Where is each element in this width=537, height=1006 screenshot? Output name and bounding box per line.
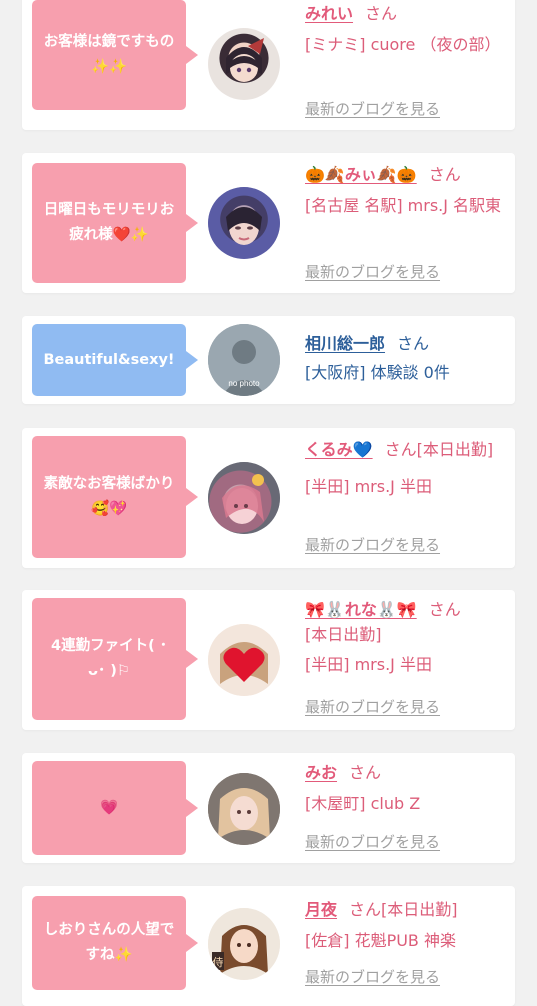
- user-name-link[interactable]: 相川総一郎: [305, 334, 385, 353]
- post-info: 🎃🍂みぃ🍂🎃 さん [名古屋 名駅] mrs.J 名駅東: [305, 163, 505, 219]
- honorific: さん: [428, 165, 461, 184]
- post-card: しおりさんの人望ですね✨ 侍 月夜 さん[本日出勤] [佐倉] 花魁PUB 神楽 …: [22, 886, 515, 1006]
- message-text: 日曜日もモリモリお疲れ様❤️✨: [43, 202, 175, 243]
- message-bubble: Beautiful&sexy!: [32, 324, 198, 396]
- message-bubble: 💗: [32, 761, 198, 855]
- post-info: 🎀🐰れな🐰🎀 さん [本日出勤] [半田] mrs.J 半田: [305, 598, 505, 678]
- honorific-status: さん[本日出勤]: [384, 440, 494, 459]
- shop-info: [半田] mrs.J 半田: [305, 655, 432, 674]
- message-text: Beautiful&sexy!: [43, 351, 175, 368]
- girl-name-link[interactable]: くるみ💙: [305, 440, 373, 459]
- shop-info: [木屋町] club Z: [305, 794, 421, 813]
- message-bubble: お客様は鏡ですもの✨✨: [32, 0, 198, 110]
- avatar[interactable]: 侍: [208, 908, 280, 980]
- post-card: 💗 みお さん [木屋町] club Z 最新のブログを見る: [22, 753, 515, 863]
- latest-blog-link[interactable]: 最新のブログを見る: [305, 966, 440, 987]
- avatar-photo-icon: 侍: [208, 908, 280, 980]
- post-card: 4連勤ファイト( ･ ᴗ･ )⚐ 🎀🐰れな🐰🎀 さん [本日出勤] [半田] mr…: [22, 590, 515, 730]
- shop-info: [半田] mrs.J 半田: [305, 477, 432, 496]
- work-status: [本日出勤]: [305, 625, 382, 644]
- svg-text:侍: 侍: [213, 956, 224, 969]
- message-text: 💗: [99, 799, 119, 816]
- honorific: さん: [349, 763, 382, 782]
- post-card: お客様は鏡ですもの✨✨ みれい さん [ミナミ] cuore （夜の部） 最新のブ…: [22, 0, 515, 130]
- review-info: [大阪府] 体験談 0件: [305, 363, 450, 382]
- message-bubble: 素敵なお客様ばかり🥰💖: [32, 436, 198, 558]
- message-bubble: しおりさんの人望ですね✨: [32, 896, 198, 990]
- honorific: さん: [365, 4, 398, 23]
- latest-blog-link[interactable]: 最新のブログを見る: [305, 98, 440, 119]
- girl-name-link[interactable]: 月夜: [305, 900, 337, 919]
- post-info: みお さん [木屋町] club Z: [305, 761, 505, 817]
- honorific-status: さん[本日出勤]: [349, 900, 458, 919]
- post-card: Beautiful&sexy! no photo 相川総一郎 さん [大阪府] 体…: [22, 316, 515, 404]
- no-photo-icon: no photo: [208, 324, 280, 396]
- shop-info: [ミナミ] cuore （夜の部）: [305, 35, 501, 54]
- post-info: 月夜 さん[本日出勤] [佐倉] 花魁PUB 神楽: [305, 898, 505, 954]
- latest-blog-link[interactable]: 最新のブログを見る: [305, 696, 440, 717]
- avatar[interactable]: [208, 28, 280, 100]
- message-text: お客様は鏡ですもの✨✨: [43, 34, 175, 75]
- post-info: 相川総一郎 さん [大阪府] 体験談 0件: [305, 332, 505, 386]
- post-info: くるみ💙 さん[本日出勤] [半田] mrs.J 半田: [305, 436, 505, 500]
- avatar[interactable]: [208, 773, 280, 845]
- post-feed: お客様は鏡ですもの✨✨ みれい さん [ミナミ] cuore （夜の部） 最新のブ…: [0, 0, 537, 1006]
- honorific: さん: [428, 600, 461, 619]
- avatar-photo-icon: [208, 462, 280, 534]
- message-bubble: 4連勤ファイト( ･ ᴗ･ )⚐: [32, 598, 198, 720]
- avatar-photo-icon: [208, 773, 280, 845]
- avatar-heart-photo-icon: [208, 624, 280, 696]
- avatar[interactable]: [208, 462, 280, 534]
- avatar-illustration-icon: [226, 38, 264, 82]
- girl-name-link[interactable]: みお: [305, 763, 337, 782]
- message-text: 4連勤ファイト( ･ ᴗ･ )⚐: [50, 638, 167, 679]
- latest-blog-link[interactable]: 最新のブログを見る: [305, 534, 440, 555]
- avatar[interactable]: [208, 624, 280, 696]
- message-bubble: 日曜日もモリモリお疲れ様❤️✨: [32, 163, 198, 283]
- avatar-photo-icon: [208, 187, 280, 259]
- post-card: 日曜日もモリモリお疲れ様❤️✨ 🎃🍂みぃ🍂🎃 さん [名古屋 名駅] mrs.J …: [22, 153, 515, 293]
- no-photo-label: no photo: [228, 379, 260, 388]
- post-info: みれい さん [ミナミ] cuore （夜の部）: [305, 2, 505, 58]
- girl-name-link[interactable]: 🎀🐰れな🐰🎀: [305, 600, 417, 619]
- latest-blog-link[interactable]: 最新のブログを見る: [305, 261, 440, 282]
- avatar[interactable]: no photo: [208, 324, 280, 396]
- honorific: さん: [397, 334, 430, 353]
- girl-name-link[interactable]: 🎃🍂みぃ🍂🎃: [305, 165, 417, 184]
- message-text: 素敵なお客様ばかり🥰💖: [43, 476, 175, 517]
- avatar[interactable]: [208, 187, 280, 259]
- message-text: しおりさんの人望ですね✨: [43, 922, 175, 963]
- latest-blog-link[interactable]: 最新のブログを見る: [305, 831, 440, 852]
- post-card: 素敵なお客様ばかり🥰💖 くるみ💙 さん[本日出勤] [半田] mrs.J 半田 最…: [22, 428, 515, 568]
- girl-name-link[interactable]: みれい: [305, 4, 353, 23]
- shop-info: [佐倉] 花魁PUB 神楽: [305, 931, 456, 950]
- shop-info: [名古屋 名駅] mrs.J 名駅東: [305, 196, 502, 215]
